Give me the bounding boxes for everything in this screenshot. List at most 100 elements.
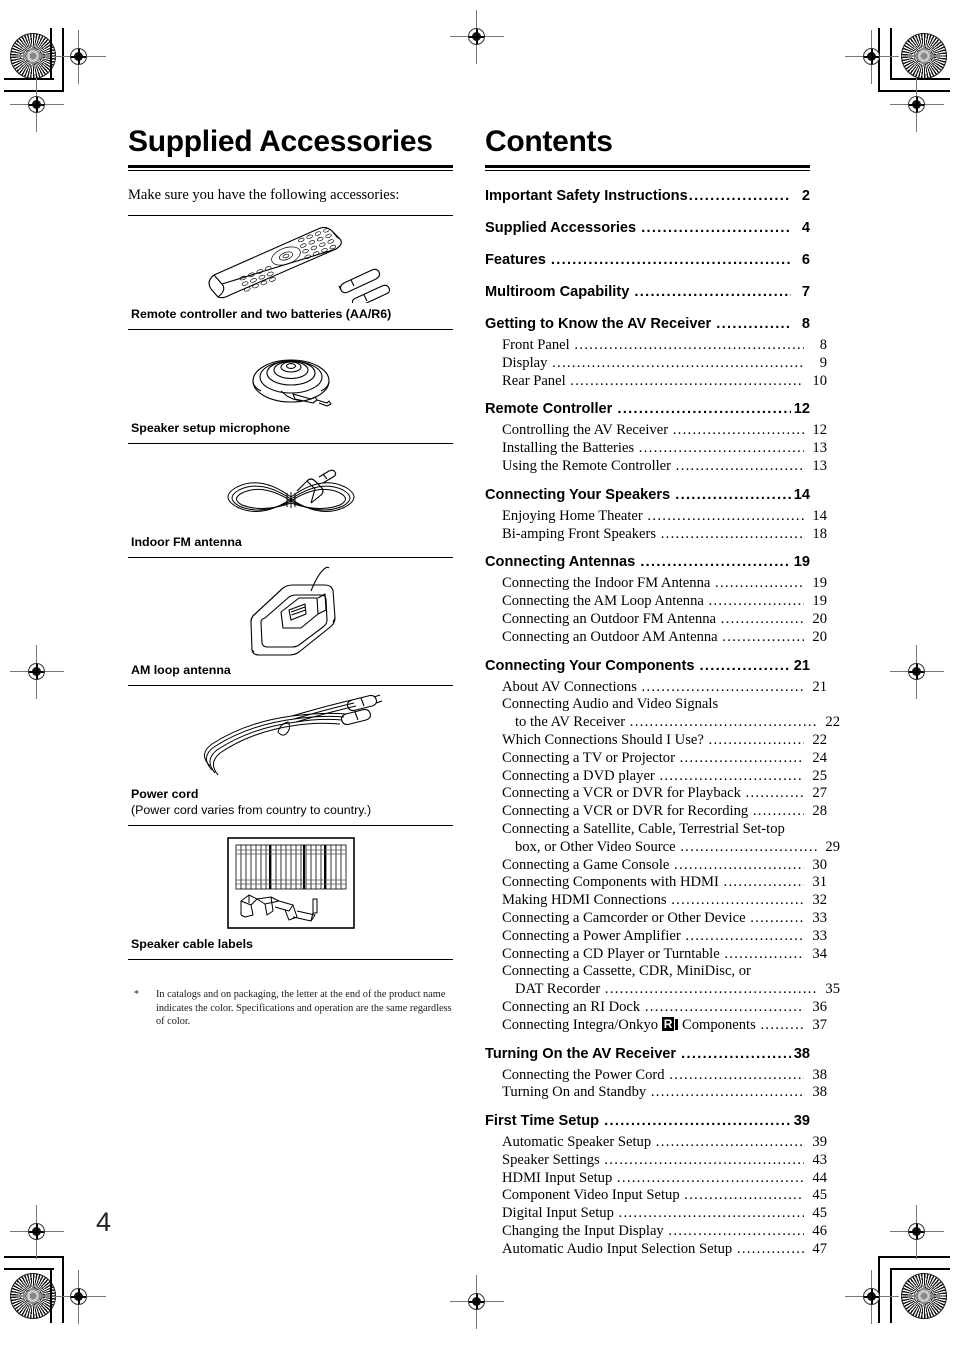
toc-leader-dots: ........................................… xyxy=(675,486,791,503)
toc-entry-section[interactable]: Turning On the AV Receiver .............… xyxy=(485,1042,810,1067)
toc-entry-subsection[interactable]: Bi-amping Front Speakers ...............… xyxy=(485,526,827,544)
toc-leader-dots: ........................................… xyxy=(750,909,804,926)
toc-entry-subsection[interactable]: to the AV Receiver .....................… xyxy=(485,714,840,732)
toc-entry-subsection[interactable]: Digital Input Setup ....................… xyxy=(485,1205,827,1223)
toc-leader-dots: ........................................… xyxy=(675,457,804,474)
toc-entry-subsection[interactable]: Automatic Speaker Setup ................… xyxy=(485,1134,827,1152)
toc-entry-page: 29 xyxy=(825,838,840,855)
toc-entry-subsection[interactable]: Connecting a Cassette, CDR, MiniDisc, or… xyxy=(485,963,827,981)
toc-entry-subsection[interactable]: Connecting an Outdoor AM Antenna .......… xyxy=(485,629,827,647)
toc-entry-page: 19 xyxy=(812,575,827,592)
toc-entry-page: 44 xyxy=(812,1169,827,1186)
toc-entry-subsection[interactable]: Speaker Settings .......................… xyxy=(485,1152,827,1170)
toc-entry-label: Automatic Audio Input Selection Setup xyxy=(502,1240,736,1257)
toc-entry-subsection[interactable]: About AV Connections ...................… xyxy=(485,679,827,697)
toc-entry-label: Remote Controller xyxy=(485,401,617,418)
accessory-item-speaker-cable-labels: Speaker cable labels xyxy=(128,826,453,960)
toc-entry-section[interactable]: Getting to Know the AV Receiver ........… xyxy=(485,312,810,337)
toc-leader-dots: ........................................… xyxy=(688,188,791,204)
toc-entry-subsection[interactable]: Controlling the AV Receiver ............… xyxy=(485,422,827,440)
toc-leader-dots: ........................................… xyxy=(745,785,804,802)
toc-entry-subsection[interactable]: Connecting Audio and Video Signals......… xyxy=(485,696,827,714)
crop-mark-top-left-v xyxy=(50,28,52,80)
toc-entry-page: 30 xyxy=(812,856,827,873)
page-title: Supplied Accessories xyxy=(128,125,433,158)
toc-entry-label-after: Components xyxy=(678,1016,760,1033)
toc-entry-section[interactable]: Connecting Your Components .............… xyxy=(485,654,810,679)
toc-entry-section[interactable]: Important Safety Instructions...........… xyxy=(485,184,810,209)
toc-entry-subsection[interactable]: Installing the Batteries ...............… xyxy=(485,440,827,458)
toc-entry-label: Getting to Know the AV Receiver xyxy=(485,316,716,332)
toc-entry-subsection[interactable]: Connecting a Satellite, Cable, Terrestri… xyxy=(485,821,827,839)
toc-entry-label: Connecting the Indoor FM Antenna xyxy=(502,575,714,592)
toc-entry-subsection[interactable]: Connecting a Power Amplifier ...........… xyxy=(485,928,827,946)
toc-entry-subsection[interactable]: Connecting Integra/Onkyo R Components ..… xyxy=(485,1016,827,1035)
toc-entry-subsection[interactable]: Connecting the AM Loop Antenna .........… xyxy=(485,593,827,611)
toc-entry-subsection[interactable]: Connecting Components with HDMI ........… xyxy=(485,874,827,892)
toc-entry-subsection[interactable]: Front Panel ............................… xyxy=(485,337,827,355)
toc-entry-subsection[interactable]: DAT Recorder ...........................… xyxy=(485,981,840,999)
toc-entry-subsection[interactable]: Connecting a CD Player or Turntable ....… xyxy=(485,946,827,964)
toc-entry-subsection[interactable]: Connecting a Game Console ..............… xyxy=(485,857,827,875)
toc-entry-page: 20 xyxy=(812,610,827,627)
toc-entry-page: 36 xyxy=(812,998,827,1015)
toc-entry-subsection[interactable]: Connecting a VCR or DVR for Playback ...… xyxy=(485,785,827,803)
toc-leader-dots: ........................................… xyxy=(634,284,791,300)
toc-leader-dots: ........................................… xyxy=(722,628,804,645)
toc-entry-subsection[interactable]: Connecting the Power Cord ..............… xyxy=(485,1067,827,1085)
toc-entry-page: 38 xyxy=(812,1084,827,1101)
toc-entry-subsection[interactable]: HDMI Input Setup .......................… xyxy=(485,1170,827,1188)
toc-entry-page: 38 xyxy=(793,1045,810,1062)
toc-entry-subsection[interactable]: Display ................................… xyxy=(485,355,827,373)
table-of-contents: Important Safety Instructions...........… xyxy=(485,184,840,1259)
registration-mark-bottom-left-inner xyxy=(52,1270,106,1324)
toc-entry-subsection[interactable]: Using the Remote Controller ............… xyxy=(485,458,827,476)
toc-leader-dots: ........................................… xyxy=(668,1223,804,1240)
toc-entry-subsection[interactable]: box, or Other Video Source .............… xyxy=(485,839,840,857)
toc-entry-subsection[interactable]: Connecting the Indoor FM Antenna .......… xyxy=(485,575,827,593)
supplied-accessories-column: Supplied Accessories Make sure you have … xyxy=(128,125,453,1029)
toc-entry-subsection[interactable]: Which Connections Should I Use? ........… xyxy=(485,732,827,750)
accessory-caption: Indoor FM antenna xyxy=(131,535,242,549)
toc-entry-subsection[interactable]: Connecting an RI Dock ..................… xyxy=(485,999,827,1017)
toc-entry-subsection[interactable]: Enjoying Home Theater ..................… xyxy=(485,508,827,526)
accessory-rule xyxy=(128,959,453,960)
toc-entry-section[interactable]: Connecting Antennas ....................… xyxy=(485,550,810,575)
toc-entry-label: Connecting Integra/Onkyo xyxy=(502,1016,662,1033)
toc-entry-subsection[interactable]: Connecting a TV or Projector ...........… xyxy=(485,750,827,768)
toc-entry-label: Front Panel xyxy=(502,337,574,353)
intro-text: Make sure you have the following accesso… xyxy=(128,187,400,203)
toc-entry-page: 25 xyxy=(812,767,827,784)
toc-entry-section[interactable]: First Time Setup .......................… xyxy=(485,1109,810,1134)
toc-entry-page: 33 xyxy=(812,927,827,944)
toc-entry-section[interactable]: Remote Controller ......................… xyxy=(485,397,810,422)
toc-entry-section[interactable]: Connecting Your Speakers ...............… xyxy=(485,483,810,508)
toc-entry-section[interactable]: Supplied Accessories ...................… xyxy=(485,216,810,241)
toc-entry-section[interactable]: Multiroom Capability ...................… xyxy=(485,280,810,305)
toc-entry-subsection[interactable]: Component Video Input Setup ............… xyxy=(485,1187,827,1205)
toc-entry-subsection[interactable]: Automatic Audio Input Selection Setup ..… xyxy=(485,1241,827,1259)
toc-leader-dots: ........................................… xyxy=(641,220,791,236)
toc-entry-section[interactable]: Features ...............................… xyxy=(485,248,810,273)
toc-entry-subsection[interactable]: Making HDMI Connections ................… xyxy=(485,892,827,910)
toc-entry-subsection[interactable]: Turning On and Standby .................… xyxy=(485,1084,827,1102)
toc-entry-subsection[interactable]: Connecting a VCR or DVR for Recording ..… xyxy=(485,803,827,821)
contents-title-rule xyxy=(485,165,810,171)
registration-mark-bottom-left xyxy=(10,1205,64,1259)
toc-entry-subsection[interactable]: Connecting a Camcorder or Other Device .… xyxy=(485,910,827,928)
accessory-item-remote-controller: Remote controller and two batteries (AA/… xyxy=(128,216,453,330)
toc-entry-subsection[interactable]: Connecting an Outdoor FM Antenna .......… xyxy=(485,611,827,629)
toc-entry-subsection[interactable]: Changing the Input Display .............… xyxy=(485,1223,827,1241)
toc-entry-subsection[interactable]: Connecting a DVD player ................… xyxy=(485,768,827,786)
crop-mark-bottom-left-h xyxy=(4,1268,54,1270)
toc-entry-page: 45 xyxy=(812,1187,827,1204)
toc-leader-dots: ........................................… xyxy=(550,252,791,268)
footnote-marker: * xyxy=(134,989,140,1000)
toc-leader-dots: ........................................… xyxy=(715,575,804,592)
toc-entry-subsection[interactable]: Rear Panel .............................… xyxy=(485,373,827,391)
toc-entry-label: HDMI Input Setup xyxy=(502,1169,616,1186)
toc-entry-page: 22 xyxy=(825,714,840,731)
toc-entry-page: 33 xyxy=(812,909,827,926)
toc-entry-label: Connecting a CD Player or Turntable xyxy=(502,945,724,962)
toc-entry-label: Controlling the AV Receiver xyxy=(502,422,672,439)
